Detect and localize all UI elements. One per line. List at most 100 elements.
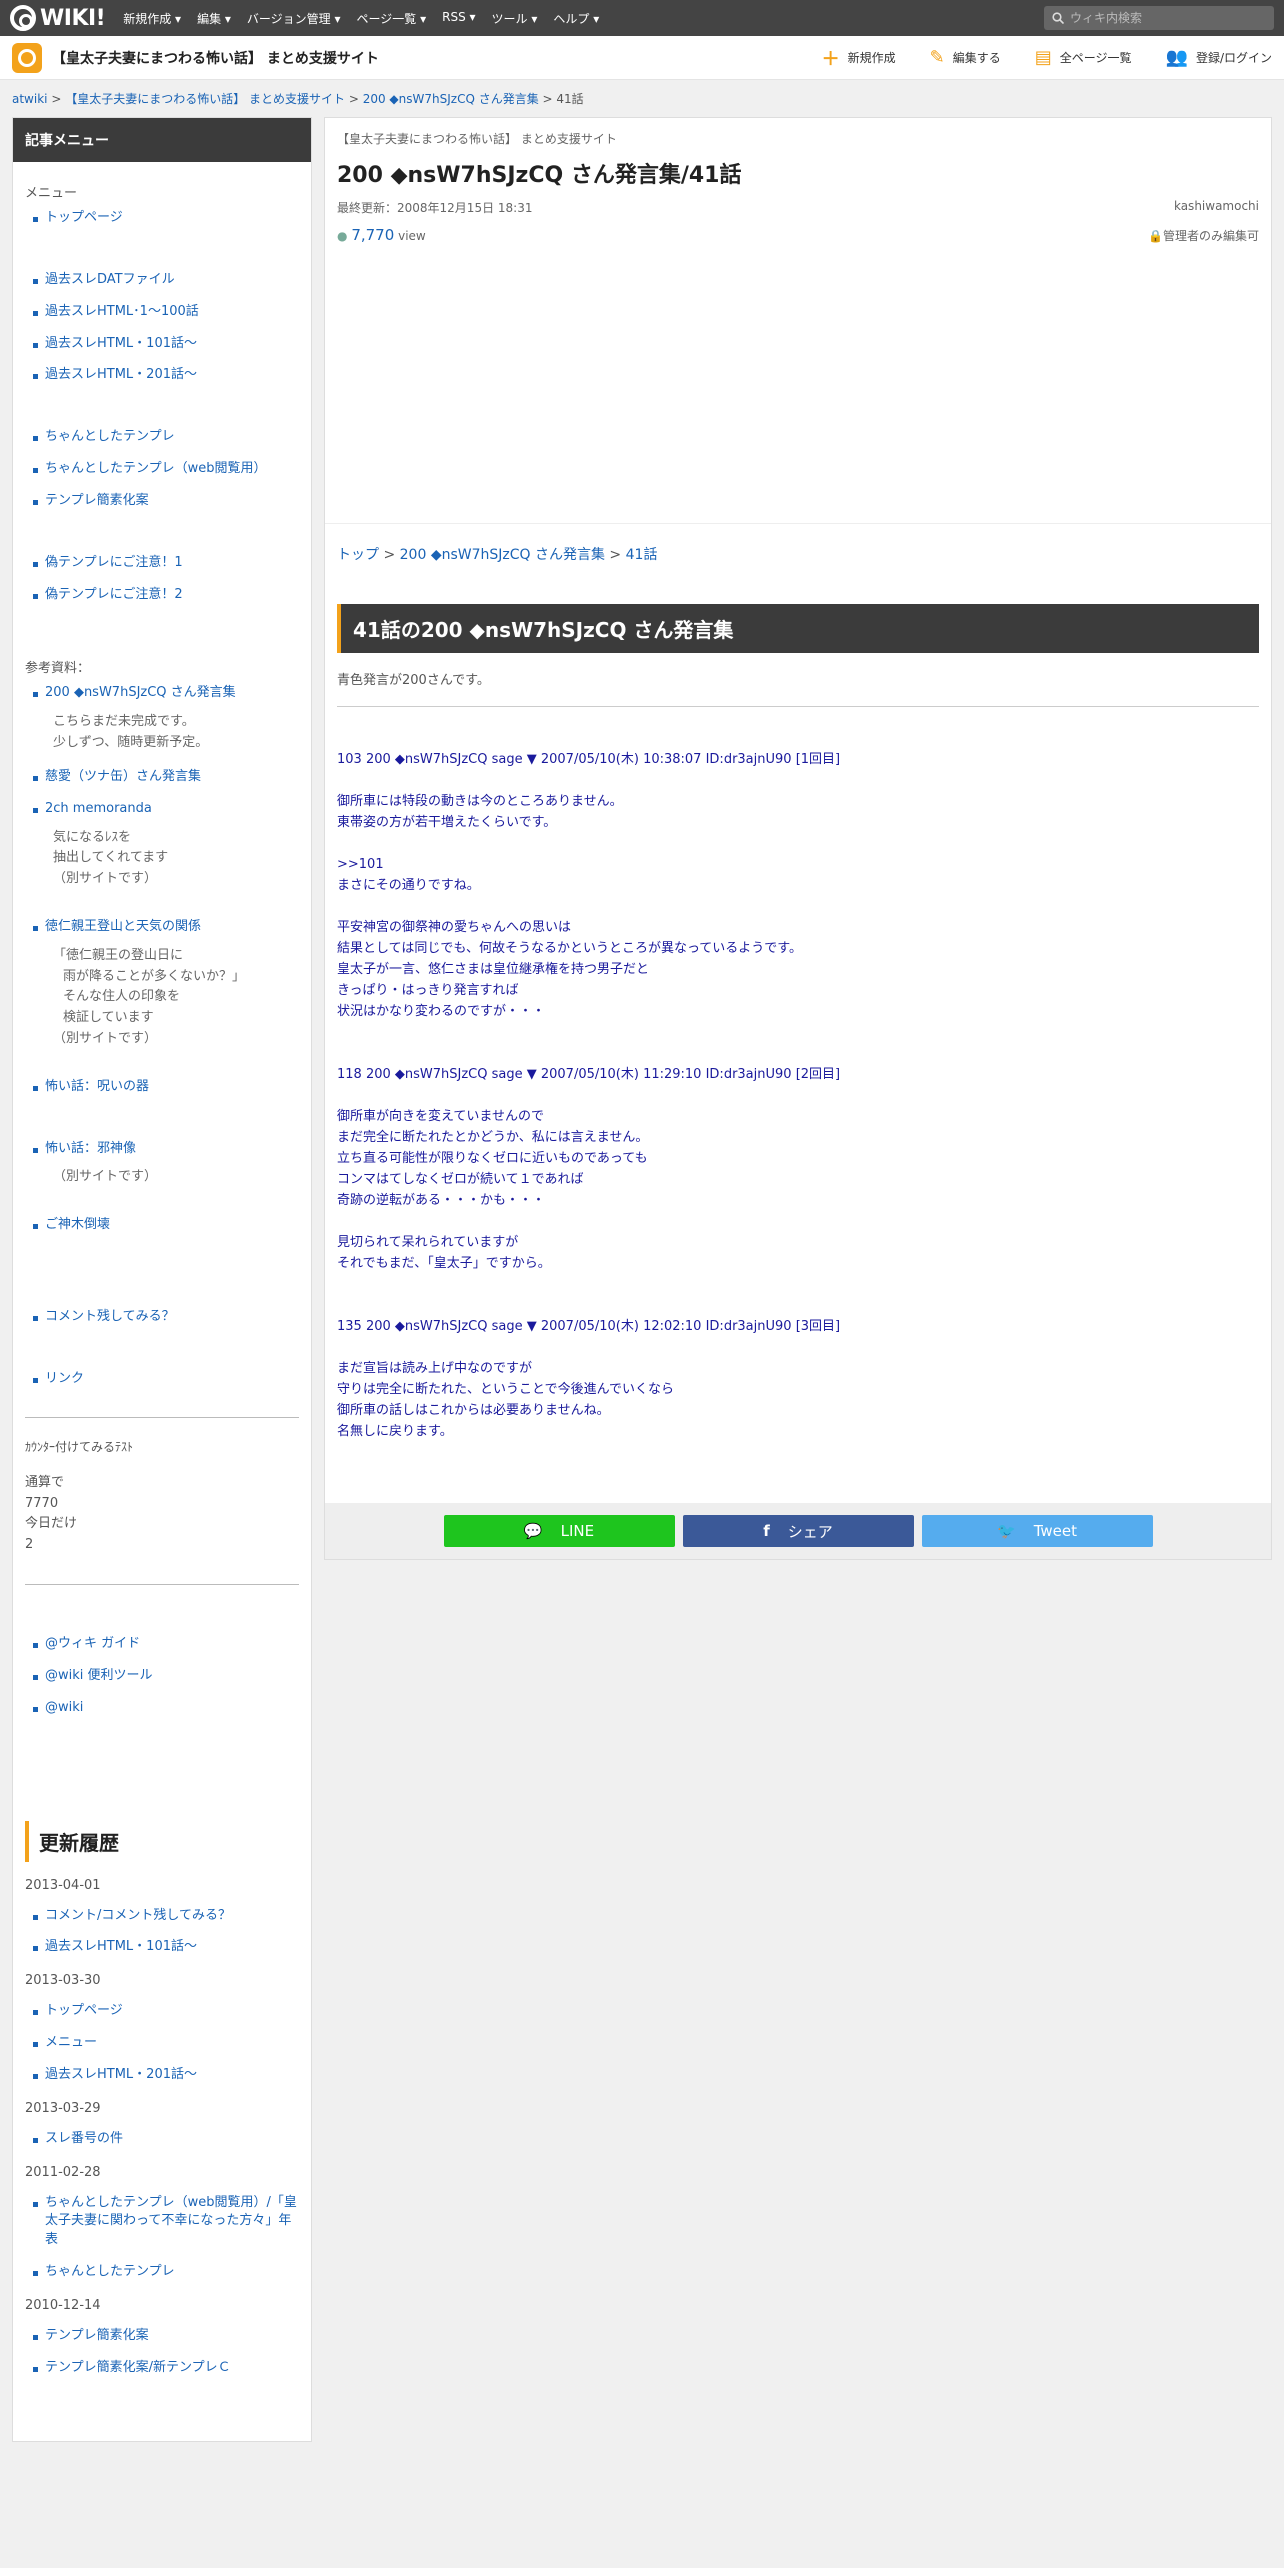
scary2-note: （別サイトです） (53, 1169, 158, 1185)
sidebar-item-link[interactable]: リンク (45, 1371, 84, 1386)
counter-title: ｶｳﾝﾀｰ付けてみるﾃｽﾄ (25, 1439, 134, 1454)
divider (337, 706, 1259, 707)
history-item[interactable]: スレ番号の件 (45, 2131, 123, 2146)
view-icon: ● (337, 229, 348, 243)
edit-permission: 管理者のみ編集可 (1162, 228, 1259, 243)
last-updated: 最終更新：2008年12月15日 18:31 (337, 201, 533, 215)
edit-button[interactable]: ✎ 編集する (930, 45, 1001, 71)
atwiki-logo[interactable]: WIKI! (10, 5, 106, 31)
sidebar-item-template[interactable]: ちゃんとしたテンプレ (45, 429, 175, 444)
post-text: 平安神宮の御祭神の愛ちゃんへの思いは 結果としては同じでも、何故そうなるかという… (337, 920, 803, 1019)
history-item[interactable]: トップページ (45, 2003, 123, 2018)
post-text: >>101 まさにその通りですね。 (337, 857, 480, 893)
search-icon (1052, 12, 1064, 24)
post: 103 200 ◆nsW7hSJzCQ sage ▼ 2007/05/10(木)… (337, 749, 1259, 1022)
sidebar-item-dat[interactable]: 過去スレDATファイル (45, 272, 175, 287)
history-item[interactable]: テンプレ簡素化案 (45, 2328, 149, 2343)
facebook-share-button[interactable]: f シェア (682, 1515, 914, 1547)
section-note: 青色発言が200さんです。 (337, 673, 490, 688)
plus-icon: ＋ (821, 48, 840, 70)
sidebar-heading: 記事メニュー (13, 118, 311, 162)
breadcrumb-current: 41話 (556, 92, 584, 106)
page-site-name: 【皇太子夫妻にまつわる怖い話】 まとめ支援サイト (337, 132, 617, 146)
sidebar-item-ref2[interactable]: 慈愛（ツナ缶）さん発言集 (45, 769, 201, 784)
at-logo-icon (10, 5, 36, 31)
tools-link[interactable]: @wiki 便利ツール (45, 1668, 153, 1683)
section-heading: 41話の200 ◆nsW7hSJzCQ さん発言集 (337, 604, 1259, 653)
users-icon: 👥 (1165, 47, 1188, 68)
site-title[interactable]: 【皇太子夫妻にまつわる怖い話】 まとめ支援サイト (52, 48, 379, 68)
all-pages-button[interactable]: ▤ 全ページ一覧 (1035, 45, 1132, 71)
post-header: 135 200 ◆nsW7hSJzCQ sage ▼ 2007/05/10(木)… (337, 1319, 841, 1334)
post-text: まだ宣旨は読み上げ中なのですが 守りは完全に断たれた、ということで今後進んでいく… (337, 1361, 674, 1439)
sidebar-item-html1[interactable]: 過去スレHTML･1～100話 (45, 304, 199, 319)
post-text: 見切られて呆れられていますが それでもまだ、「皇太子」ですから。 (337, 1235, 551, 1271)
pencil-icon: ✎ (929, 47, 945, 68)
menu-new[interactable]: 新規作成 ▾ (123, 10, 181, 27)
history-item[interactable]: ちゃんとしたテンプレ (45, 2264, 175, 2279)
breadcrumb-parent[interactable]: 200 ◆nsW7hSJzCQ さん発言集 (363, 92, 539, 106)
view-count: 7,770 (351, 226, 395, 244)
menu-pages[interactable]: ページ一覧 ▾ (357, 10, 427, 27)
sidebar-item-template-simple[interactable]: テンプレ簡素化案 (45, 493, 149, 508)
sidebar-item-ref4[interactable]: 徳仁親王登山と天気の関係 (45, 919, 201, 934)
sidebar-item-fake1[interactable]: 偽テンプレにご注意！1 (45, 555, 183, 570)
sidebar-item-html201[interactable]: 過去スレHTML・201話～ (45, 367, 197, 382)
post-header: 118 200 ◆nsW7hSJzCQ sage ▼ 2007/05/10(木)… (337, 1067, 841, 1082)
atwiki-link[interactable]: @wiki (45, 1700, 83, 1715)
menu-edit[interactable]: 編集 ▾ (197, 10, 231, 27)
counter-total: 7770 (25, 1495, 59, 1511)
global-toolbar: WIKI! 新規作成 ▾ 編集 ▾ バージョン管理 ▾ ページ一覧 ▾ RSS … (0, 0, 1284, 36)
history-item[interactable]: 過去スレHTML・201話～ (45, 2067, 197, 2082)
history-date: 2010-12-14 (25, 2297, 101, 2313)
facebook-icon: f (763, 1522, 770, 1540)
menu-help[interactable]: ヘルプ ▾ (553, 10, 599, 27)
guide-link[interactable]: @ウィキ ガイド (45, 1636, 140, 1651)
sidebar-item-scary2[interactable]: 怖い話：邪神像 (45, 1141, 136, 1156)
reference-label: 参考資料： (25, 661, 91, 677)
ref1-note: こちらまだ未完成です。 少しずつ、随時更新予定。 (53, 714, 209, 751)
sidebar-item-ref1[interactable]: 200 ◆nsW7hSJzCQ さん発言集 (45, 685, 236, 700)
line-share-button[interactable]: 💬 LINE (443, 1515, 675, 1547)
new-page-button[interactable]: ＋新規作成 (822, 45, 896, 71)
history-date: 2013-04-01 (25, 1877, 101, 1893)
sidebar-item-shinboku[interactable]: ご神木倒壊 (45, 1217, 110, 1232)
sidebar-item-fake2[interactable]: 偽テンプレにご注意！2 (45, 587, 183, 602)
sidebar-item-top[interactable]: トップページ (45, 210, 123, 225)
history-item[interactable]: 過去スレHTML・101話～ (45, 1939, 197, 1954)
sidebar-item-html101[interactable]: 過去スレHTML・101話～ (45, 336, 197, 351)
site-logo-icon[interactable] (12, 42, 42, 73)
menu-rss[interactable]: RSS ▾ (442, 10, 475, 27)
counter-today: 2 (25, 1537, 34, 1553)
twitter-icon: 🐦 (997, 1522, 1016, 1540)
crumb-current[interactable]: 41話 (626, 547, 658, 563)
crumb-parent[interactable]: 200 ◆nsW7hSJzCQ さん発言集 (400, 547, 605, 563)
sidebar-item-ref3[interactable]: 2ch memoranda (45, 801, 152, 816)
search-input[interactable] (1070, 11, 1260, 25)
divider (25, 1416, 299, 1418)
history-item[interactable]: コメント/コメント残してみる？ (45, 1908, 231, 1923)
sidebar-item-comment[interactable]: コメント残してみる？ (45, 1309, 175, 1324)
breadcrumb-atwiki[interactable]: atwiki (12, 92, 48, 106)
page-breadcrumb: トップ > 200 ◆nsW7hSJzCQ さん発言集 > 41話 (337, 547, 658, 563)
twitter-share-button[interactable]: 🐦 Tweet (921, 1515, 1153, 1547)
main-content: 【皇太子夫妻にまつわる怖い話】 まとめ支援サイト 200 ◆nsW7hSJzCQ… (324, 117, 1272, 1560)
menu-label: メニュー (25, 186, 78, 201)
page-title: 200 ◆nsW7hSJzCQ さん発言集/41話 (337, 163, 742, 188)
ad-space (325, 254, 1271, 524)
menu-tools[interactable]: ツール ▾ (492, 10, 538, 27)
lock-icon: 🔒 (1148, 228, 1163, 243)
login-button[interactable]: 👥 登録/ログイン (1166, 45, 1272, 71)
sidebar-item-scary1[interactable]: 怖い話：呪いの器 (45, 1079, 149, 1094)
crumb-top[interactable]: トップ (337, 547, 379, 563)
history-item[interactable]: メニュー (45, 2035, 97, 2050)
sidebar-item-template-web[interactable]: ちゃんとしたテンプレ（web閲覧用） (45, 461, 267, 476)
breadcrumb-site[interactable]: 【皇太子夫妻にまつわる怖い話】 まとめ支援サイト (65, 92, 345, 106)
history-item[interactable]: ちゃんとしたテンプレ（web閲覧用）/「皇太子夫妻に関わって不幸になった方々」年… (45, 2195, 297, 2248)
author: kashiwamochi (1173, 199, 1259, 213)
history-date: 2013-03-29 (25, 2100, 101, 2116)
history-item[interactable]: テンプレ簡素化案/新テンプレＣ (45, 2360, 231, 2375)
history-title: 更新履歴 (25, 1820, 299, 1862)
header-actions: ＋新規作成 ✎ 編集する ▤ 全ページ一覧 👥 登録/ログイン (822, 45, 1272, 71)
menu-version[interactable]: バージョン管理 ▾ (247, 10, 341, 27)
